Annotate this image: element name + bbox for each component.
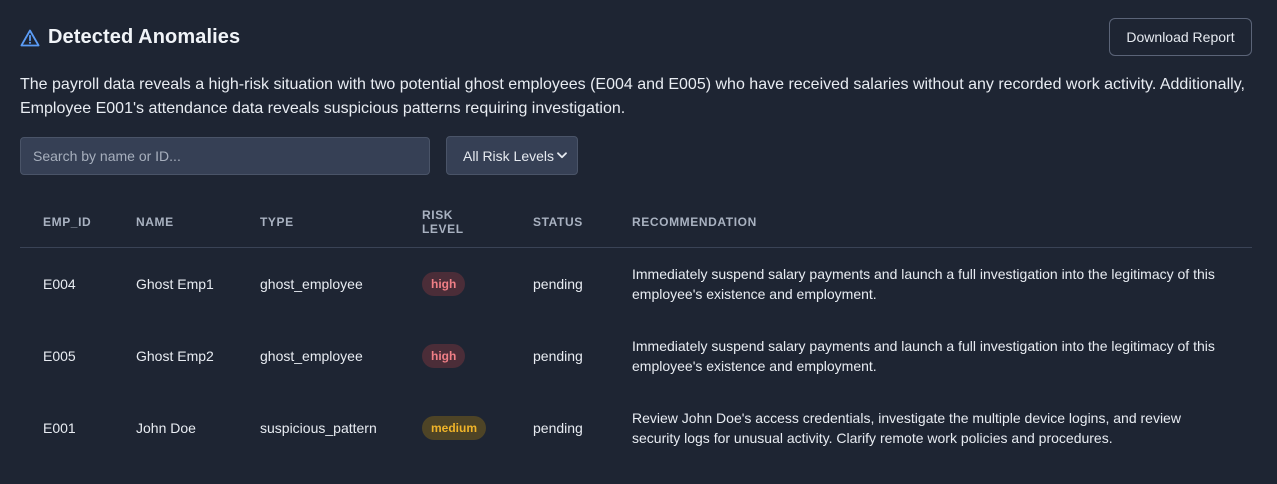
column-header-emp-id: EMP_ID (43, 215, 92, 229)
warning-triangle-icon (20, 29, 40, 47)
risk-level-select[interactable]: All Risk Levels (446, 136, 578, 175)
cell-emp-id: E004 (43, 276, 76, 292)
risk-level-selected: All Risk Levels (463, 147, 555, 164)
cell-risk: high (422, 320, 466, 392)
cell-risk: medium (422, 392, 487, 464)
cell-type: ghost_employee (260, 348, 363, 364)
summary-text: The payroll data reveals a high-risk sit… (20, 76, 1245, 117)
cell-type: suspicious_pattern (260, 420, 377, 436)
table-header: EMP_ID NAME TYPE RISK LEVEL STATUS RECOM… (20, 196, 1252, 248)
risk-badge: high (422, 272, 466, 296)
risk-badge: medium (422, 416, 487, 440)
cell-status: pending (533, 348, 583, 364)
cell-name: John Doe (136, 420, 196, 436)
cell-recommendation: Review John Doe's access credentials, in… (632, 410, 1181, 446)
table-row: E005 Ghost Emp2 ghost_employee high pend… (20, 320, 1252, 392)
anomalies-panel: Detected Anomalies Download Report The p… (0, 0, 1277, 484)
cell-emp-id: E005 (43, 348, 76, 364)
column-header-risk-level: RISK LEVEL (422, 208, 464, 236)
anomalies-table: EMP_ID NAME TYPE RISK LEVEL STATUS RECOM… (20, 196, 1252, 464)
cell-status: pending (533, 276, 583, 292)
column-header-status: STATUS (533, 215, 583, 229)
chevron-down-icon (557, 152, 567, 159)
column-header-name: NAME (136, 215, 174, 229)
cell-type: ghost_employee (260, 276, 363, 292)
cell-recommendation: Immediately suspend salary payments and … (632, 338, 1215, 374)
table-row: E004 Ghost Emp1 ghost_employee high pend… (20, 248, 1252, 320)
column-header-type: TYPE (260, 215, 294, 229)
table-row: E001 John Doe suspicious_pattern medium … (20, 392, 1252, 464)
search-input[interactable] (20, 137, 430, 175)
cell-emp-id: E001 (43, 420, 76, 436)
cell-name: Ghost Emp2 (136, 348, 214, 364)
panel-header: Detected Anomalies (20, 26, 240, 49)
cell-risk: high (422, 248, 466, 320)
risk-badge: high (422, 344, 466, 368)
cell-recommendation: Immediately suspend salary payments and … (632, 266, 1215, 302)
cell-status: pending (533, 420, 583, 436)
download-report-button[interactable]: Download Report (1109, 18, 1252, 56)
column-header-recommendation: RECOMMENDATION (632, 215, 757, 229)
cell-name: Ghost Emp1 (136, 276, 214, 292)
page-title: Detected Anomalies (48, 26, 241, 48)
